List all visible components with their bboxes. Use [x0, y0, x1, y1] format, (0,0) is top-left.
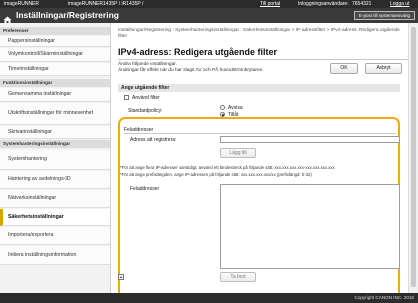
- scrollbar-thumb[interactable]: [411, 27, 416, 287]
- restart-note: Ändringar får effekt när du har slagit A…: [118, 68, 264, 73]
- address-input[interactable]: [220, 136, 400, 143]
- sidebar-heading-management: Systemhanteringsinställningar: [0, 140, 110, 148]
- home-icon[interactable]: [3, 11, 12, 24]
- footer: Copyright CANON INC. 2016: [0, 293, 418, 303]
- delete-button[interactable]: Ta bort: [220, 272, 256, 282]
- logout-link[interactable]: Logga ut: [390, 0, 409, 8]
- sidebar-item-paper-settings[interactable]: Pappersinställningar: [0, 36, 110, 47]
- sidebar-item-common-settings[interactable]: Gemensamma inställningar: [0, 88, 110, 102]
- main-content: Inställningar/Registrering : Systemhante…: [111, 23, 418, 293]
- title-bar: Inställningar/Registrering E-post till s…: [0, 8, 418, 24]
- policy-reject-label: Avvisa: [228, 105, 243, 111]
- exception-list-label: Feladdresser: [130, 186, 160, 192]
- sidebar-heading-functions: Funktionsinställningar: [0, 79, 110, 87]
- exceptions-divider: [124, 133, 396, 134]
- product-name: imageRUNNER: [4, 1, 40, 7]
- sidebar-item-department-id[interactable]: Hantering av avdelnings-ID: [0, 171, 110, 189]
- sidebar-item-timer-settings[interactable]: Timerinställningar: [0, 63, 110, 76]
- page-header-title: Inställningar/Registrering: [16, 10, 119, 20]
- sidebar-item-system-management[interactable]: Systemhantering: [0, 150, 110, 170]
- device-model: imageRUNNER1435P / iR1435P /: [68, 1, 144, 7]
- sidebar-item-network-settings[interactable]: Nätverksinställningar: [0, 190, 110, 208]
- breadcrumb: Inställningar/Registrering : Systemhante…: [118, 28, 400, 39]
- use-filter-label: Använd filter: [132, 95, 160, 101]
- sidebar-item-memory-print-settings[interactable]: Utskriftsinställningar för minnesenhet: [0, 103, 110, 125]
- exception-list[interactable]: [220, 184, 400, 269]
- portal-link[interactable]: Till portal: [260, 0, 280, 8]
- use-filter-checkbox[interactable]: [124, 95, 129, 100]
- back-to-top-icon[interactable]: [118, 274, 124, 280]
- policy-reject-radio[interactable]: [220, 105, 225, 110]
- cancel-button[interactable]: Avbryt: [365, 63, 402, 74]
- sidebar-item-import-export[interactable]: Importera/exportera: [0, 227, 110, 245]
- title-divider: [118, 59, 408, 60]
- ok-button[interactable]: OK: [330, 63, 358, 74]
- sidebar-item-security-settings[interactable]: Säkerhetsinställningar: [0, 209, 110, 226]
- login-user-value: 7654321: [352, 1, 372, 7]
- sidebar-item-printer-settings[interactable]: Skrivarinställningar: [0, 126, 110, 139]
- top-bar: imageRUNNER imageRUNNER1435P / iR1435P /…: [0, 0, 418, 8]
- range-hint: *För att ange flera IP-adresser samtidig…: [120, 165, 335, 170]
- sidebar-item-initialize-settings[interactable]: Initiera inställningsinformation: [0, 246, 110, 265]
- sidebar-item-volume-display[interactable]: Volymkontroll/Skärminställningar: [0, 48, 110, 62]
- add-button[interactable]: Lägg till: [220, 148, 256, 158]
- default-policy-label: Standardpolicy:: [128, 108, 163, 114]
- login-user-label: Inloggningsanvändare:: [298, 1, 349, 7]
- page-title: IPv4-adress: Redigera utgående filter: [118, 47, 278, 57]
- prefix-hint: *För att ange prefixlängden, ange IP-adr…: [120, 172, 312, 177]
- sidebar: Preferenser Pappersinställningar Volymko…: [0, 23, 111, 293]
- mail-admin-button[interactable]: E-post till systemansvarig: [353, 11, 415, 20]
- vertical-scrollbar[interactable]: [408, 23, 418, 293]
- section-heading: Ange utgående filter: [118, 84, 400, 92]
- address-label: Adress att registrera:: [130, 137, 177, 143]
- copyright: Copyright CANON INC. 2016: [354, 295, 415, 300]
- sidebar-heading-preferences: Preferenser: [0, 27, 110, 35]
